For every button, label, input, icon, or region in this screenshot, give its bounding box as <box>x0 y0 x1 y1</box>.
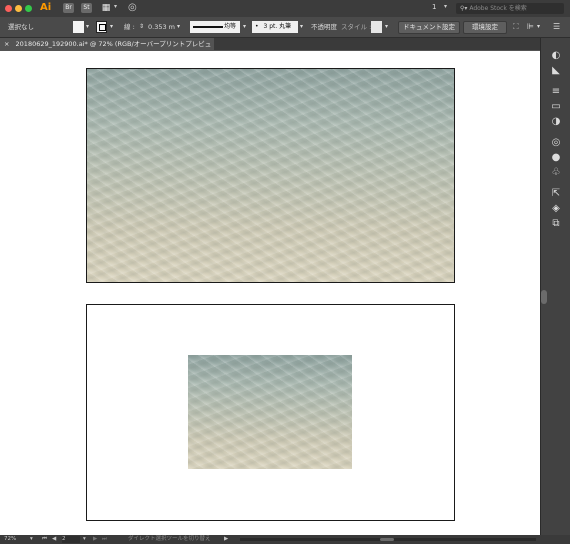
control-bar: 選択なし ▾ ▾ 線 : ⇕ 0.353 m ▾ 均等 ▾ • 3 pt. 丸筆… <box>0 17 570 38</box>
graphic-style-icon[interactable]: ● <box>550 152 562 164</box>
style-label: スタイル : <box>341 23 372 31</box>
vertical-scrollbar[interactable] <box>541 290 547 304</box>
stroke-weight-chevron-icon[interactable]: ▾ <box>177 21 180 33</box>
variable-width-profile[interactable]: 均等 <box>190 21 240 33</box>
selection-status: 選択なし <box>8 23 34 31</box>
status-menu-icon[interactable]: ▶ <box>224 535 228 544</box>
layers-icon[interactable]: ◈ <box>550 203 562 215</box>
stroke-stepper-icon[interactable]: ⇕ <box>139 21 144 33</box>
stroke-weight-value[interactable]: 0.353 m <box>148 21 175 33</box>
profile-label: 均等 <box>224 23 237 30</box>
horizontal-scrollbar[interactable] <box>240 538 536 541</box>
current-tool-label: ダイレクト選択ツールを切り替え <box>128 536 211 542</box>
artboard-2[interactable] <box>86 304 455 521</box>
align-chevron-icon[interactable]: ▾ <box>537 21 540 33</box>
page-number: 1 <box>432 3 437 11</box>
stroke-weight-label: 線 : <box>124 23 135 31</box>
bridge-button[interactable]: Br <box>63 3 74 13</box>
stroke-icon[interactable]: ≡ <box>550 86 562 98</box>
window-close-button[interactable] <box>5 5 12 12</box>
tab-close-icon[interactable]: × <box>4 40 9 48</box>
gradient-icon[interactable]: ▭ <box>550 101 562 113</box>
zoom-chevron-icon[interactable]: ▾ <box>30 535 33 544</box>
last-artboard-icon[interactable]: ⏭ <box>102 535 107 544</box>
profile-line-icon <box>193 26 223 28</box>
water-photo-large[interactable] <box>87 69 454 282</box>
previous-artboard-icon[interactable]: ◀ <box>52 535 56 544</box>
title-bar: Ai Br St ▦ ▾ ◎ 1 ▾ ⚲▾ Adobe Stock を検索 <box>0 0 570 17</box>
transform-icon[interactable]: ⛶ <box>513 21 519 33</box>
profile-chevron-icon[interactable]: ▾ <box>243 21 246 33</box>
align-icon[interactable]: ⊫ <box>527 21 534 33</box>
horizontal-scroll-thumb[interactable] <box>380 538 394 541</box>
app-logo: Ai <box>40 2 52 13</box>
water-photo-small[interactable] <box>188 355 352 469</box>
color-icon[interactable]: ◣ <box>550 65 562 77</box>
window-zoom-button[interactable] <box>25 5 32 12</box>
document-tab[interactable]: × 20180629_192900.ai* @ 72% (RGB/オーバープリン… <box>0 38 214 60</box>
style-chevron-icon[interactable]: ▾ <box>385 21 388 33</box>
document-tab-bar: × 20180629_192900.ai* @ 72% (RGB/オーバープリン… <box>0 38 540 60</box>
right-panel-dock: ◐ ◣ ≡ ▭ ◑ ◎ ● ♧ ⇱ ◈ ⧉ <box>540 38 570 535</box>
stock-button[interactable]: St <box>81 3 92 13</box>
graphic-style-swatch[interactable] <box>371 21 382 33</box>
stroke-chevron-icon[interactable]: ▾ <box>110 21 113 33</box>
fill-chevron-icon[interactable]: ▾ <box>86 21 89 33</box>
stock-search-placeholder: Adobe Stock を検索 <box>469 5 527 12</box>
stroke-square-icon <box>99 24 106 31</box>
transparency-icon[interactable]: ◑ <box>550 116 562 128</box>
symbols-icon[interactable]: ♧ <box>550 167 562 179</box>
zoom-level[interactable]: 72% <box>4 535 16 544</box>
next-artboard-icon[interactable]: ▶ <box>93 535 97 544</box>
fill-color-swatch[interactable] <box>73 21 84 33</box>
appearance-icon[interactable]: ◎ <box>550 137 562 149</box>
artboard-chevron-icon[interactable]: ▾ <box>83 535 86 544</box>
brush-chevron-icon[interactable]: ▾ <box>300 21 303 33</box>
workspace-layout-icon[interactable]: ▦ <box>99 3 113 13</box>
stock-search-input[interactable]: ⚲▾ Adobe Stock を検索 <box>456 3 564 14</box>
opacity-label[interactable]: 不透明度 <box>311 21 337 33</box>
brush-label: 3 pt. 丸筆 <box>263 23 292 30</box>
panel-menu-icon[interactable]: ☰ <box>553 21 560 33</box>
stroke-color-swatch[interactable] <box>96 21 107 33</box>
status-bar: 72% ▾ ⏮ ◀ 2 ▾ ▶ ⏭ ダイレクト選択ツールを切り替え ▶ <box>0 535 570 544</box>
artboards-icon[interactable]: ⧉ <box>550 218 562 230</box>
search-icon: ⚲▾ <box>460 5 468 12</box>
color-guide-icon[interactable]: ◐ <box>550 50 562 62</box>
document-settings-button[interactable]: ドキュメント設定 <box>398 21 460 34</box>
brush-definition[interactable]: • 3 pt. 丸筆 <box>252 21 298 33</box>
canvas[interactable] <box>0 51 540 535</box>
window-minimize-button[interactable] <box>15 5 22 12</box>
workspace-layout-chevron-icon[interactable]: ▾ <box>114 3 117 10</box>
preferences-button[interactable]: 環境設定 <box>463 21 507 34</box>
brush-dot-icon: • <box>255 23 259 30</box>
first-artboard-icon[interactable]: ⏮ <box>42 535 47 544</box>
export-icon[interactable]: ⇱ <box>550 188 562 200</box>
page-number-chevron-icon[interactable]: ▾ <box>444 3 447 10</box>
artboard-1[interactable] <box>86 68 455 283</box>
gpu-performance-icon[interactable]: ◎ <box>128 2 137 13</box>
artboard-number[interactable]: 2 <box>62 536 80 543</box>
